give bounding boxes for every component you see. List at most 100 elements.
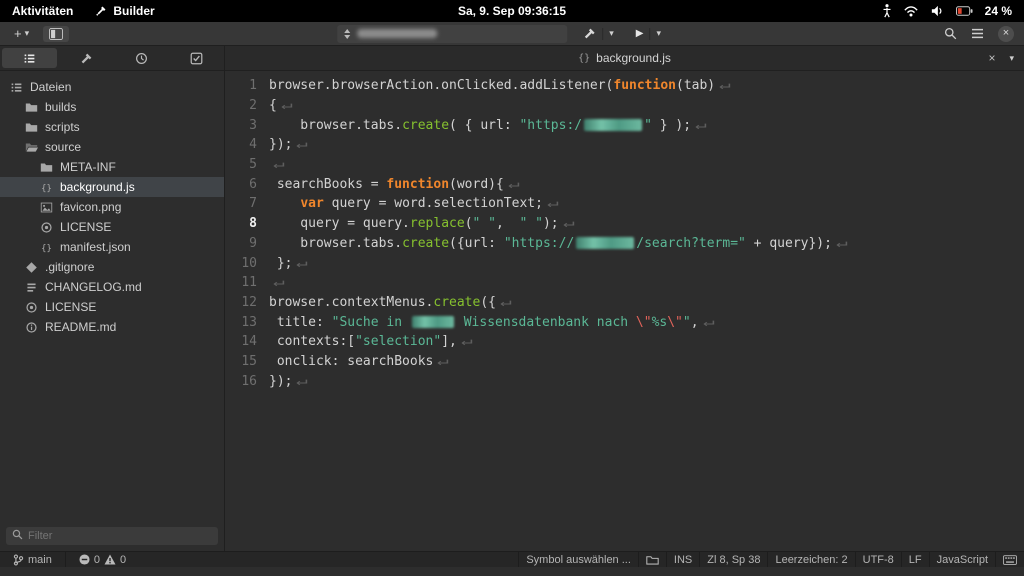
- code-token: %s: [651, 314, 668, 330]
- code-line-text: title: "Suche in Wissensdatenbank nach \…: [269, 314, 715, 330]
- close-tab-icon[interactable]: ×: [988, 51, 995, 65]
- tab-project-tree[interactable]: [2, 48, 57, 68]
- license-icon: [40, 221, 53, 234]
- code-token: function: [386, 176, 450, 192]
- line-ending-indicator[interactable]: LF: [900, 552, 929, 567]
- window-close-button[interactable]: ×: [998, 25, 1014, 42]
- code-line[interactable]: 4}); ↵: [225, 135, 1024, 155]
- code-line[interactable]: 9 browser.tabs. create ({url: "https:// /se…: [225, 234, 1024, 254]
- code-line[interactable]: 7 var query = word.selectionText; ↵: [225, 194, 1024, 214]
- play-icon: ▶: [635, 28, 644, 39]
- tree-filter-input[interactable]: [6, 527, 218, 545]
- tree-item-favicon-png[interactable]: favicon.png: [0, 197, 224, 217]
- code-line[interactable]: 15 onclick: searchBooks ↵: [225, 352, 1024, 372]
- license-icon: [25, 301, 38, 314]
- accessibility-icon: [883, 4, 891, 18]
- run-options-button[interactable]: ▾: [650, 26, 667, 41]
- symbol-picker-button[interactable]: Symbol auswählen ...: [518, 552, 638, 567]
- line-number: 8: [249, 216, 257, 232]
- omnibar[interactable]: [337, 24, 568, 43]
- editor-tab-bar: {} background.js × ▾: [225, 46, 1024, 71]
- build-button[interactable]: [577, 25, 602, 42]
- chevron-down-icon: ▾: [24, 28, 30, 38]
- encoding-indicator[interactable]: UTF-8: [854, 552, 901, 567]
- activities-button[interactable]: Aktivitäten: [12, 4, 73, 18]
- code-editor[interactable]: 1 browser.browserAction.onClicked.addList…: [225, 71, 1024, 551]
- code-token: /search?term=": [636, 235, 746, 251]
- tree-item-label: builds: [45, 100, 77, 114]
- system-status-area[interactable]: 24 %: [882, 4, 1024, 18]
- newline-marker-icon: ↵: [273, 275, 285, 291]
- code-line-text: {↵: [269, 98, 293, 113]
- code-line[interactable]: 1 browser.browserAction.onClicked.addList…: [225, 76, 1024, 96]
- code-line[interactable]: 8 query = query. replace(" ", " "); ↵: [225, 214, 1024, 234]
- panel-toggle-button[interactable]: [637, 552, 666, 567]
- newline-marker-icon: ↵: [296, 137, 309, 153]
- tree-item-license[interactable]: LICENSE: [0, 217, 224, 237]
- code-token: " ": [519, 216, 543, 232]
- insert-mode-indicator[interactable]: INS: [665, 552, 699, 567]
- cursor-position-indicator[interactable]: Zl 8, Sp 38: [699, 552, 767, 567]
- newline-marker-icon: ↵: [437, 353, 450, 369]
- code-token: "Suche in: [331, 314, 410, 330]
- readme-icon: [25, 321, 38, 334]
- keyboard-button[interactable]: [995, 552, 1024, 567]
- new-document-button[interactable]: + ▾: [8, 24, 35, 43]
- code-line[interactable]: 13 title: "Suche in Wissensdatenbank nac…: [225, 312, 1024, 332]
- tree-item--gitignore[interactable]: .gitignore: [0, 257, 224, 277]
- filter-row: [0, 522, 224, 551]
- code-line[interactable]: 12 browser.contextMenus. create({↵: [225, 293, 1024, 313]
- app-menu[interactable]: Builder: [95, 4, 155, 18]
- code-token: replace: [409, 216, 465, 232]
- code-line[interactable]: 6 searchBooks = function (word){↵: [225, 174, 1024, 194]
- newline-marker-icon: ↵: [562, 216, 575, 232]
- menu-icon[interactable]: [971, 28, 984, 39]
- code-file-icon: {}: [578, 52, 591, 64]
- toggle-sidebar-button[interactable]: [43, 25, 70, 42]
- tree-item-scripts[interactable]: scripts: [0, 117, 224, 137]
- folder-icon: [646, 555, 659, 565]
- code-token: ],: [441, 334, 457, 350]
- indent-indicator[interactable]: Leerzeichen: 2: [767, 552, 854, 567]
- builder-app-icon: [96, 6, 106, 16]
- code-line[interactable]: 2 {↵: [225, 96, 1024, 116]
- tree-item-manifest-json[interactable]: {} manifest.json: [0, 237, 224, 257]
- tree-item-changelog-md[interactable]: CHANGELOG.md: [0, 277, 224, 297]
- tab-build-targets[interactable]: [59, 46, 114, 70]
- folder-icon: [25, 101, 38, 114]
- editor-tab[interactable]: {} background.js: [578, 51, 671, 65]
- tab-tests[interactable]: [114, 46, 169, 70]
- updown-arrows-icon: [344, 28, 351, 39]
- run-button[interactable]: ▶: [630, 26, 650, 41]
- warning-icon: [104, 554, 116, 565]
- tree-item-meta-inf[interactable]: META-INF: [0, 157, 224, 177]
- code-line[interactable]: 3 browser.tabs. create( { url: "https:/ " …: [225, 115, 1024, 135]
- folder-icon: [25, 121, 38, 134]
- tab-todos[interactable]: [169, 46, 224, 70]
- clock[interactable]: Sa, 9. Sep 09:36:15: [458, 4, 566, 18]
- tree-item-builds[interactable]: builds: [0, 97, 224, 117]
- code-token: create: [402, 117, 450, 133]
- tree-item-dateien[interactable]: Dateien: [0, 77, 224, 97]
- code-line-text: browser.contextMenus. create({↵: [269, 294, 512, 310]
- warning-count: 0: [119, 553, 127, 566]
- code-token: ( { url:: [449, 117, 520, 133]
- code-line[interactable]: 10 }; ↵: [225, 253, 1024, 273]
- status-bar: main 0 0 Symbol auswählen ... INS Zl 8, …: [0, 551, 1024, 567]
- tree-item-readme-md[interactable]: README.md: [0, 317, 224, 337]
- code-token: browser.contextMenus.: [269, 294, 434, 310]
- diagnostics-button[interactable]: 0 0: [72, 552, 133, 567]
- tree-item-background-js[interactable]: {} background.js: [0, 177, 224, 197]
- code-line[interactable]: 5 ↵: [225, 155, 1024, 175]
- code-line[interactable]: 11 ↵: [225, 273, 1024, 293]
- code-line[interactable]: 14 contexts:["selection"], ↵: [225, 332, 1024, 352]
- folder-open-icon: [25, 141, 38, 154]
- build-options-button[interactable]: ▾: [603, 26, 620, 41]
- tab-list-chevron-icon[interactable]: ▾: [1009, 53, 1014, 64]
- branch-button[interactable]: main: [6, 552, 59, 567]
- language-indicator[interactable]: JavaScript: [928, 552, 995, 567]
- tree-item-source[interactable]: source: [0, 137, 224, 157]
- tree-item-license[interactable]: LICENSE: [0, 297, 224, 317]
- search-icon[interactable]: [944, 27, 957, 40]
- code-line[interactable]: 16}); ↵: [225, 371, 1024, 391]
